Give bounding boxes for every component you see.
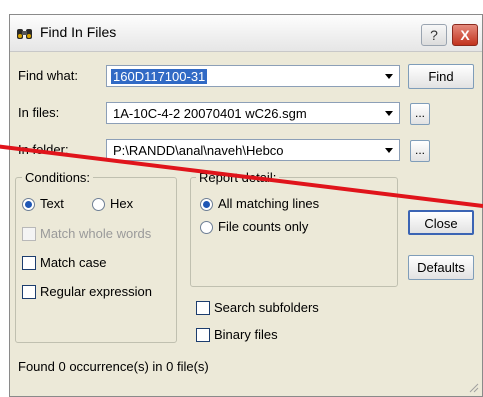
title-bar[interactable]: Find In Files ? X: [10, 15, 482, 52]
dropdown-arrow-icon[interactable]: [385, 148, 393, 153]
in-folder-combo[interactable]: P:\RANDD\anal\naveh\Hebco: [106, 139, 400, 161]
hex-radio[interactable]: [92, 198, 105, 211]
dropdown-arrow-icon[interactable]: [385, 74, 393, 79]
file-counts-only-radio[interactable]: [200, 221, 213, 234]
all-matching-lines-radio[interactable]: [200, 198, 213, 211]
find-what-label: Find what:: [18, 68, 78, 83]
in-folder-value: P:\RANDD\anal\naveh\Hebco: [113, 143, 284, 158]
binary-files-checkbox[interactable]: [196, 328, 210, 342]
text-radio[interactable]: [22, 198, 35, 211]
window-title: Find In Files: [40, 24, 117, 40]
all-matching-lines-label[interactable]: All matching lines: [218, 196, 319, 211]
search-subfolders-label[interactable]: Search subfolders: [214, 300, 319, 315]
dropdown-arrow-icon[interactable]: [385, 111, 393, 116]
help-button[interactable]: ?: [421, 24, 447, 46]
search-subfolders-checkbox[interactable]: [196, 301, 210, 315]
in-folder-label: In folder:: [18, 142, 69, 157]
resize-grip-icon[interactable]: [469, 383, 479, 393]
regular-expression-label[interactable]: Regular expression: [40, 284, 152, 299]
binary-files-label[interactable]: Binary files: [214, 327, 278, 342]
hex-radio-label[interactable]: Hex: [110, 196, 133, 211]
find-button[interactable]: Find: [408, 64, 474, 89]
match-case-label[interactable]: Match case: [40, 255, 106, 270]
report-detail-title: Report detail:: [196, 170, 280, 185]
find-what-combo[interactable]: 160D117100-31: [106, 65, 400, 87]
regular-expression-checkbox[interactable]: [22, 285, 36, 299]
browse-folder-button[interactable]: ...: [410, 140, 430, 162]
match-whole-words-checkbox[interactable]: [22, 227, 36, 241]
conditions-title: Conditions:: [22, 170, 94, 185]
find-what-value: 160D117100-31: [111, 69, 208, 84]
in-files-value: 1A-10C-4-2 20070401 wC26.sgm: [113, 106, 307, 121]
text-radio-label[interactable]: Text: [40, 196, 64, 211]
close-button[interactable]: Close: [408, 210, 474, 235]
status-text: Found 0 occurrence(s) in 0 file(s): [18, 359, 209, 374]
browse-files-button[interactable]: ...: [410, 103, 430, 125]
in-files-combo[interactable]: 1A-10C-4-2 20070401 wC26.sgm: [106, 102, 400, 124]
match-whole-words-label: Match whole words: [40, 226, 152, 241]
binoculars-icon: [17, 29, 32, 39]
file-counts-only-label[interactable]: File counts only: [218, 219, 308, 234]
in-files-label: In files:: [18, 105, 60, 120]
window-close-button[interactable]: X: [452, 24, 478, 46]
match-case-checkbox[interactable]: [22, 256, 36, 270]
find-in-files-dialog: Find In Files ? X Find what: 160D117100-…: [9, 14, 483, 397]
defaults-button[interactable]: Defaults: [408, 255, 474, 280]
